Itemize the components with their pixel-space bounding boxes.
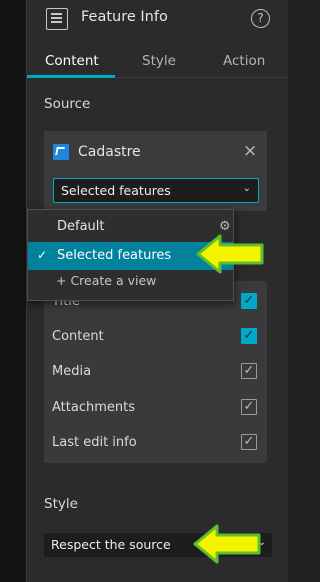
data-source-card: Cadastre × Selected features ⌄ [44,131,267,211]
fields-card: Title ✓ Content ✓ Media ✓ Attachments ✓ … [44,281,267,463]
panel-header: Feature Info ? [27,0,288,40]
field-row-last-edit-info: Last edit info ✓ [44,429,267,457]
tab-style[interactable]: Style [142,53,176,69]
field-label: Media [52,364,92,379]
help-icon[interactable]: ? [251,9,270,28]
tab-bar: Content Style Action [27,46,288,78]
source-heading: Source [44,96,91,112]
annotation-arrow-icon [193,524,261,564]
style-heading: Style [44,496,78,512]
close-icon[interactable]: × [243,143,257,160]
data-source-name: Cadastre [78,144,141,160]
checkbox-attachments[interactable]: ✓ [241,399,257,415]
field-row-media: Media ✓ [44,358,267,386]
field-label: Attachments [52,400,135,415]
checkbox-last-edit-info[interactable]: ✓ [241,434,257,450]
checkbox-title[interactable]: ✓ [241,293,257,309]
check-icon: ✓ [37,248,48,262]
feature-layer-icon [53,144,69,160]
app-left-edge [0,0,26,582]
field-label: Last edit info [52,435,137,450]
style-select-value: Respect the source [51,537,171,552]
checkbox-content[interactable]: ✓ [241,328,257,344]
data-view-select-value: Selected features [61,183,171,198]
checkbox-media[interactable]: ✓ [241,363,257,379]
field-row-attachments: Attachments ✓ [44,394,267,422]
data-view-select[interactable]: Selected features ⌄ [53,178,259,203]
annotation-arrow-icon [196,234,264,274]
field-label: Content [52,329,104,344]
option-label: Selected features [57,248,172,263]
active-tab-indicator [27,75,115,78]
create-view-link[interactable]: + Create a view [56,273,156,288]
tab-action[interactable]: Action [223,53,265,69]
feature-info-widget-icon [46,8,68,30]
tab-content[interactable]: Content [45,53,99,69]
field-row-content: Content ✓ [44,323,267,351]
option-label: Default [57,219,105,234]
gear-icon[interactable]: ⚙ [219,219,231,234]
panel-title: Feature Info [81,9,168,25]
chevron-down-icon: ⌄ [242,183,251,194]
